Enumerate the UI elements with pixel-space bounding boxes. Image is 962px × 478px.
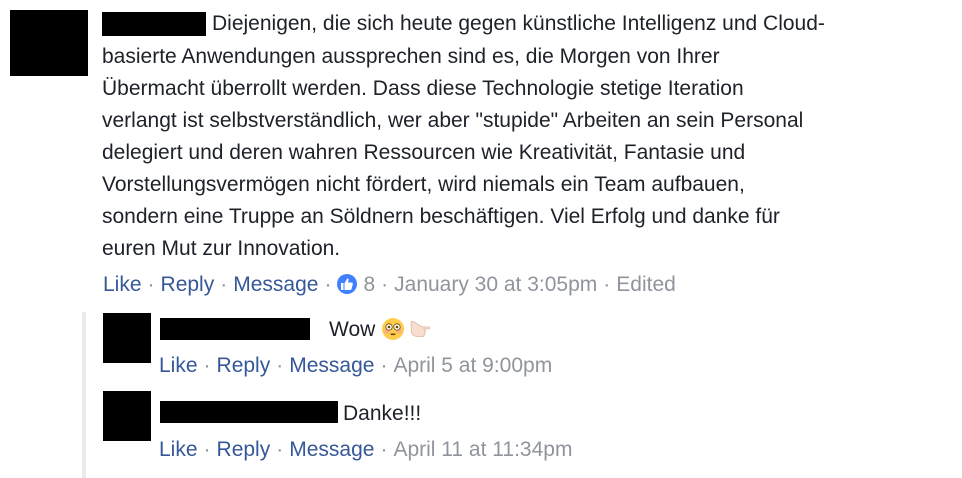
reply-author-redacted[interactable] — [160, 401, 338, 423]
separator-dot: · — [380, 354, 388, 377]
reply-text-content: Wow — [329, 318, 376, 341]
comment-text-line: verlangt ist selbstverständlich, wer abe… — [102, 109, 804, 132]
reply-author-redacted[interactable] — [160, 318, 310, 340]
separator-dot: · — [203, 354, 211, 377]
reply-link[interactable]: Reply — [161, 273, 215, 296]
reply-text-content: Danke!!! — [343, 402, 422, 425]
reply-timestamp[interactable]: April 11 at 11:34pm — [393, 438, 572, 461]
message-link[interactable]: Message — [233, 273, 318, 296]
separator-dot: · — [603, 273, 611, 296]
reply-timestamp[interactable]: April 5 at 9:00pm — [393, 354, 552, 377]
reaction-count: 8 — [363, 273, 376, 296]
comment-text-line: Diejenigen, die sich heute gegen künstli… — [212, 12, 825, 35]
separator-dot: · — [147, 273, 155, 296]
separator-dot: · — [380, 438, 388, 461]
reply-avatar[interactable] — [103, 391, 151, 441]
comment-text-line: euren Mut zur Innovation. — [102, 237, 341, 260]
reply-text: Wow — [329, 314, 434, 351]
reply-avatar[interactable] — [103, 313, 151, 363]
reply-actions: Like · Reply · Message · April 11 at 11:34pm — [159, 435, 572, 465]
separator-dot: · — [324, 273, 332, 296]
message-link[interactable]: Message — [289, 438, 374, 461]
separator-dot: · — [276, 354, 284, 377]
like-link[interactable]: Like — [159, 354, 198, 377]
message-link[interactable]: Message — [289, 354, 374, 377]
separator-dot: · — [203, 438, 211, 461]
pointing-hand-emoji — [408, 317, 434, 351]
like-link[interactable]: Like — [103, 273, 142, 296]
main-comment-avatar[interactable] — [10, 10, 88, 76]
separator-dot: · — [381, 273, 389, 296]
main-comment-author-redacted[interactable] — [102, 12, 206, 36]
reply-thread-line — [82, 312, 86, 478]
reply-link[interactable]: Reply — [217, 438, 271, 461]
like-reaction-icon — [337, 274, 358, 294]
reaction-summary[interactable]: 8 — [337, 273, 375, 296]
separator-dot: · — [220, 273, 228, 296]
flushed-face-emoji — [381, 317, 405, 351]
comment-text-line: Übermacht überrollt werden. Dass diese T… — [102, 77, 744, 100]
comment-text-line: delegiert und deren wahren Ressourcen wi… — [102, 141, 746, 164]
comment-timestamp[interactable]: January 30 at 3:05pm — [394, 273, 597, 296]
reply-actions: Like · Reply · Message · April 5 at 9:00pm — [159, 351, 552, 381]
edited-label[interactable]: Edited — [616, 273, 676, 296]
like-link[interactable]: Like — [159, 438, 198, 461]
comment-text-line: sondern eine Truppe an Söldnern beschäft… — [102, 205, 780, 228]
comment-text-line: basierte Anwendungen aussprechen sind es… — [102, 45, 720, 68]
separator-dot: · — [276, 438, 284, 461]
reply-link[interactable]: Reply — [217, 354, 271, 377]
comment-text-line: Vorstellungsvermögen nicht fördert, wird… — [102, 173, 745, 196]
main-comment-actions: Like · Reply · Message · 8 · January 30 at 3:05p… — [103, 270, 676, 300]
reply-text: Danke!!! — [343, 398, 421, 430]
